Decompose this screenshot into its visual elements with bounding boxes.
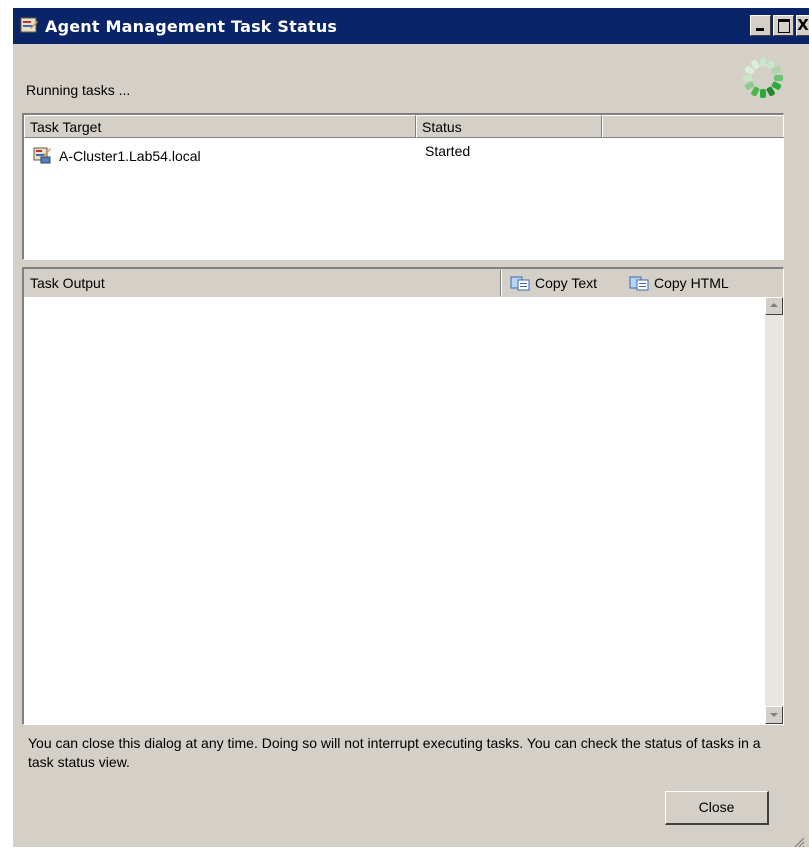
header-separator (500, 270, 502, 296)
scroll-down-button[interactable] (765, 706, 783, 724)
maximize-button[interactable] (773, 15, 794, 36)
task-target-cell: A-Cluster1.Lab54.local (59, 148, 201, 164)
task-output-title: Task Output (30, 275, 105, 291)
task-list-header: Task Target Status (24, 115, 784, 138)
copy-text-label: Copy Text (535, 275, 597, 291)
window-close-button[interactable]: X (796, 15, 809, 36)
running-status-label: Running tasks ... (26, 82, 131, 98)
window-controls: X (750, 15, 809, 36)
task-output-text[interactable] (24, 297, 765, 724)
task-list: Task Target Status A-Cluster1.Lab54.loca… (22, 113, 784, 260)
task-app-icon (20, 17, 38, 33)
resize-grip-icon[interactable] (793, 836, 805, 848)
task-output-pane: Task Output Copy Text Copy HTML (22, 267, 784, 725)
task-output-header: Task Output Copy Text Copy HTML (24, 269, 783, 297)
copy-icon (629, 276, 649, 291)
title-bar[interactable]: Agent Management Task Status X (13, 8, 809, 44)
window-title: Agent Management Task Status (45, 16, 338, 36)
copy-icon (510, 276, 530, 291)
copy-html-button[interactable]: Copy HTML (629, 271, 729, 295)
copy-html-label: Copy HTML (654, 275, 729, 291)
vertical-scrollbar[interactable] (765, 297, 783, 724)
task-status-cell: Started (425, 143, 471, 159)
minimize-button[interactable] (750, 15, 771, 36)
computer-task-icon (33, 147, 51, 164)
column-header-status[interactable]: Status (416, 115, 602, 138)
task-row[interactable]: A-Cluster1.Lab54.local Started (32, 143, 783, 169)
scroll-up-button[interactable] (765, 297, 783, 315)
busy-spinner-icon (743, 58, 783, 98)
close-button[interactable]: Close (665, 791, 769, 825)
copy-text-button[interactable]: Copy Text (510, 271, 597, 295)
info-message: You can close this dialog at any time. D… (28, 735, 761, 770)
column-header-empty[interactable] (602, 115, 784, 138)
column-header-task-target[interactable]: Task Target (24, 115, 416, 138)
